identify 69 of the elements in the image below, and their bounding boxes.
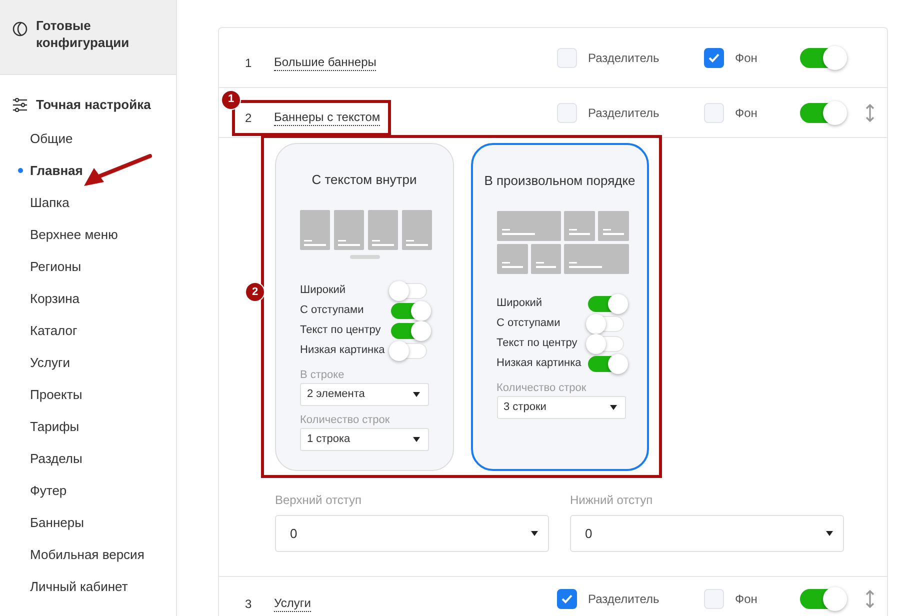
toggle-switch[interactable] xyxy=(800,48,844,68)
sidebar-item[interactable]: Мобильная версия xyxy=(0,538,176,570)
sidebar-item[interactable]: Корзина xyxy=(0,282,176,314)
sidebar-item[interactable]: Баннеры xyxy=(0,506,176,538)
field-label: Количество строк xyxy=(300,412,391,428)
annotation-badge: 2 xyxy=(245,282,265,302)
sidebar-item[interactable]: Футер xyxy=(0,474,176,506)
sidebar-item[interactable]: Главная xyxy=(0,154,176,186)
sliders-icon xyxy=(12,98,28,112)
dropdown-caret-icon xyxy=(610,404,616,410)
checkbox[interactable] xyxy=(557,588,577,608)
checkbox-label: Разделитель xyxy=(588,104,660,122)
block-title[interactable]: Услуги xyxy=(274,596,311,612)
sidebar-item[interactable]: Разделы xyxy=(0,442,176,474)
select-field[interactable]: 3 строки xyxy=(496,396,626,418)
block-title[interactable]: Баннеры с текстом xyxy=(274,110,380,126)
field-label: В строке xyxy=(300,368,346,382)
checkbox-label: Фон xyxy=(735,50,758,66)
toggle-switch[interactable] xyxy=(800,102,844,122)
checkbox-label: Фон xyxy=(735,104,758,122)
block-title[interactable]: Большие баннеры xyxy=(274,54,376,70)
toggle-label: Низкая картинка xyxy=(300,343,385,358)
toggle-label: С отступами xyxy=(300,303,364,318)
row-number: 1 xyxy=(245,54,253,72)
layout-option-card[interactable]: В произвольном порядке Широкий С отступами Текст по центру Низкая картинка Количество строк 3 строки xyxy=(470,143,649,471)
sidebar-item[interactable]: Общие xyxy=(0,122,176,154)
dropdown-caret-icon xyxy=(413,436,420,442)
select-field[interactable]: 0 xyxy=(570,515,844,552)
sidebar-item[interactable]: Верхнее меню xyxy=(0,218,176,250)
field-label: Верхний отступ xyxy=(275,492,362,509)
checkbox[interactable] xyxy=(704,48,724,68)
field-label: Количество строк xyxy=(496,380,588,396)
sidebar-item[interactable]: Шапка xyxy=(0,186,176,218)
sidebar-item[interactable]: Регионы xyxy=(0,250,176,282)
toggle-switch[interactable] xyxy=(800,588,844,608)
checkbox-label: Разделитель xyxy=(588,50,660,66)
option-title: С текстом внутри xyxy=(310,171,418,189)
annotation-badge: 1 xyxy=(221,90,241,110)
sidebar-item[interactable]: Каталог xyxy=(0,314,176,346)
checkbox-label: Фон xyxy=(735,590,758,608)
checkbox-label: Разделитель xyxy=(588,590,660,608)
toggle-label: Текст по центру xyxy=(300,323,381,338)
check-icon xyxy=(561,594,573,604)
dropdown-caret-icon xyxy=(826,531,833,536)
row-number: 3 xyxy=(245,596,253,612)
sidebar-item[interactable]: Проекты xyxy=(0,378,176,410)
select-field[interactable]: 2 элемента xyxy=(300,382,429,406)
toggle-label: Текст по центру xyxy=(496,336,578,352)
field-label: Нижний отступ xyxy=(570,492,654,509)
drag-handle-icon[interactable] xyxy=(865,102,875,122)
select-field[interactable]: 1 строка xyxy=(300,428,429,450)
toggle-label: Широкий xyxy=(496,296,542,312)
drag-handle-icon[interactable] xyxy=(865,588,875,608)
sidebar-item[interactable]: Тарифы xyxy=(0,410,176,442)
row-number: 2 xyxy=(245,110,253,126)
presets-menu-item[interactable]: Готовые конфигурации xyxy=(0,0,176,75)
toggle-label: Низкая картинка xyxy=(496,356,582,372)
dropdown-caret-icon xyxy=(531,531,538,536)
section-heading: Точная настройка xyxy=(36,96,151,114)
layout-option-card[interactable]: С текстом внутри Широкий С отступами Текст по центру Низкая картинка В строке 2 элемента Количество строк 1 строка xyxy=(275,143,454,471)
presets-icon xyxy=(12,21,28,37)
toggle-label: С отступами xyxy=(496,316,560,332)
check-icon xyxy=(708,52,720,62)
select-field[interactable]: 0 xyxy=(275,515,549,552)
toggle-label: Широкий xyxy=(300,283,346,298)
option-title: В произвольном порядке xyxy=(483,172,636,190)
sidebar-item[interactable]: Личный кабинет xyxy=(0,570,176,602)
dropdown-caret-icon xyxy=(413,392,420,396)
sidebar-item[interactable]: Услуги xyxy=(0,346,176,378)
